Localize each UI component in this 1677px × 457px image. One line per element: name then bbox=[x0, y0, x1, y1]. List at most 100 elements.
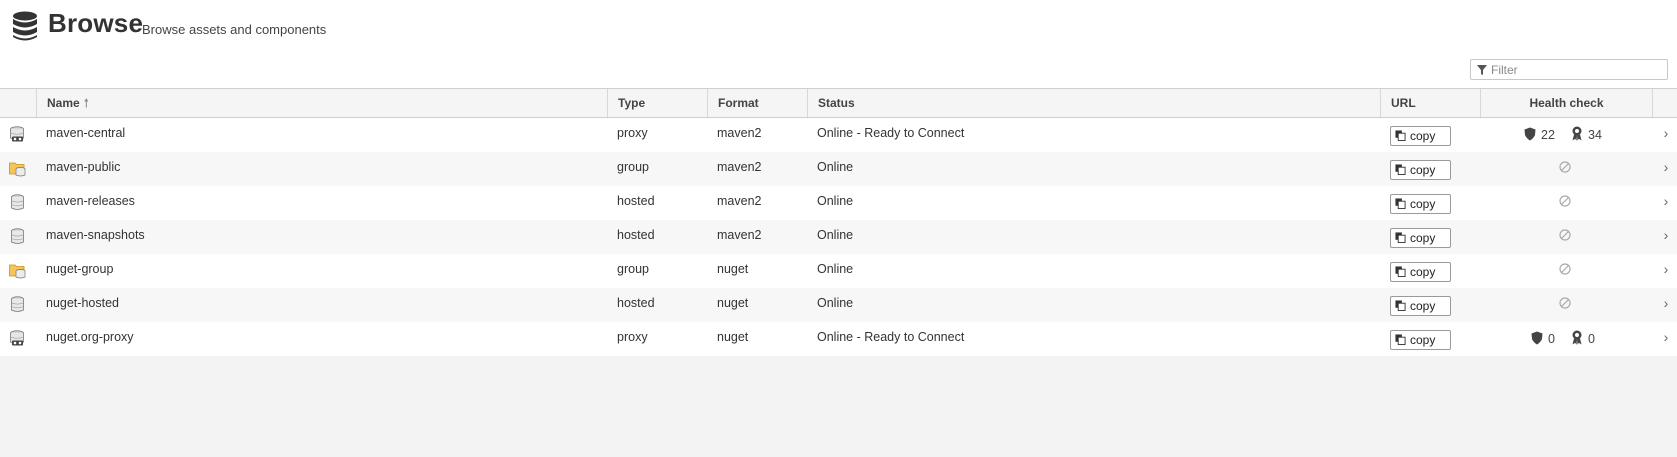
repository-name: maven-releases bbox=[46, 194, 135, 208]
table-row[interactable]: nuget.org-proxy proxy nuget Online - Ready … bbox=[0, 322, 1677, 356]
proxy-repository-icon bbox=[9, 330, 26, 347]
health-check-cell[interactable]: 00 bbox=[1480, 322, 1652, 356]
not-available-icon bbox=[1559, 195, 1571, 207]
grid-body: maven-central proxy maven2 Online - Ready t… bbox=[0, 118, 1677, 356]
repository-status: Online bbox=[817, 228, 854, 242]
repository-type: proxy bbox=[617, 126, 648, 140]
repository-name: nuget-group bbox=[46, 262, 114, 276]
not-available-icon bbox=[1559, 161, 1571, 173]
health-check-cell[interactable] bbox=[1480, 220, 1652, 254]
grid-header: Name 🠕 Type Format Status URL Health chec… bbox=[0, 88, 1677, 118]
chevron-right-icon[interactable]: › bbox=[1655, 322, 1677, 356]
repository-status: Online - Ready to Connect bbox=[817, 126, 965, 140]
copy-label: copy bbox=[1410, 299, 1436, 313]
repository-name: maven-central bbox=[46, 126, 126, 140]
repository-format: maven2 bbox=[717, 194, 762, 208]
repository-name: maven-snapshots bbox=[46, 228, 145, 242]
repository-status: Online bbox=[817, 296, 854, 310]
column-header-status[interactable]: Status bbox=[807, 89, 1380, 117]
copy-url-button[interactable]: copy bbox=[1390, 160, 1451, 180]
table-row[interactable]: nuget-group group nuget Online copy › bbox=[0, 254, 1677, 288]
copy-url-button[interactable]: copy bbox=[1390, 262, 1451, 282]
chevron-right-icon[interactable]: › bbox=[1655, 220, 1677, 254]
page-title: Browse bbox=[48, 8, 144, 38]
repository-type: group bbox=[617, 262, 649, 276]
repository-type: group bbox=[617, 160, 649, 174]
copy-url-button[interactable]: copy bbox=[1390, 194, 1451, 214]
table-row[interactable]: maven-snapshots hosted maven2 Online copy › bbox=[0, 220, 1677, 254]
health-check-cell[interactable] bbox=[1480, 152, 1652, 186]
copy-label: copy bbox=[1410, 197, 1436, 211]
copy-label: copy bbox=[1410, 265, 1436, 279]
copy-url-button[interactable]: copy bbox=[1390, 296, 1451, 316]
group-repository-icon bbox=[9, 160, 26, 177]
column-header-actions bbox=[1652, 89, 1677, 117]
browse-page: Browse Browse assets and components Name… bbox=[0, 0, 1677, 457]
table-row[interactable]: maven-central proxy maven2 Online - Ready t… bbox=[0, 118, 1677, 152]
repository-format: maven2 bbox=[717, 160, 762, 174]
copy-icon bbox=[1395, 334, 1406, 346]
table-row[interactable]: maven-public group maven2 Online copy › bbox=[0, 152, 1677, 186]
repository-name: nuget-hosted bbox=[46, 296, 119, 310]
group-repository-icon bbox=[9, 262, 26, 279]
repository-grid: Name 🠕 Type Format Status URL Health chec… bbox=[0, 88, 1677, 356]
copy-icon bbox=[1395, 266, 1406, 278]
chevron-right-icon[interactable]: › bbox=[1655, 152, 1677, 186]
copy-url-button[interactable]: copy bbox=[1390, 330, 1451, 350]
repository-status: Online bbox=[817, 262, 854, 276]
health-check-cell[interactable] bbox=[1480, 288, 1652, 322]
security-issue-count: 22 bbox=[1541, 128, 1555, 142]
sort-ascending-icon: 🠕 bbox=[83, 96, 89, 110]
security-shield-icon bbox=[1531, 331, 1543, 345]
hosted-repository-icon bbox=[9, 228, 26, 245]
table-row[interactable]: maven-releases hosted maven2 Online copy › bbox=[0, 186, 1677, 220]
hosted-repository-icon bbox=[9, 194, 26, 211]
not-available-icon bbox=[1559, 229, 1571, 241]
copy-url-button[interactable]: copy bbox=[1390, 228, 1451, 248]
copy-label: copy bbox=[1410, 163, 1436, 177]
security-issue-count: 0 bbox=[1548, 332, 1555, 346]
column-header-type[interactable]: Type bbox=[607, 89, 707, 117]
column-header-url[interactable]: URL bbox=[1380, 89, 1480, 117]
repository-status: Online - Ready to Connect bbox=[817, 330, 965, 344]
chevron-right-icon[interactable]: › bbox=[1655, 254, 1677, 288]
column-header-name-label: Name bbox=[47, 96, 80, 110]
not-available-icon bbox=[1559, 263, 1571, 275]
repository-format: nuget bbox=[717, 262, 749, 276]
health-check-cell[interactable]: 22 34 bbox=[1480, 118, 1652, 152]
repository-type: hosted bbox=[617, 296, 655, 310]
copy-icon bbox=[1395, 198, 1406, 210]
repository-format: nuget bbox=[717, 296, 749, 310]
repository-type: hosted bbox=[617, 228, 655, 242]
filter-field[interactable] bbox=[1470, 59, 1668, 80]
repository-type: proxy bbox=[617, 330, 648, 344]
security-shield-icon bbox=[1524, 127, 1536, 141]
database-icon bbox=[13, 11, 37, 41]
license-badge-icon bbox=[1571, 126, 1583, 141]
repository-name: maven-public bbox=[46, 160, 121, 174]
chevron-right-icon[interactable]: › bbox=[1655, 186, 1677, 220]
column-header-icon bbox=[0, 89, 36, 117]
health-check-cell[interactable] bbox=[1480, 254, 1652, 288]
column-header-name[interactable]: Name 🠕 bbox=[36, 89, 607, 117]
repository-status: Online bbox=[817, 194, 854, 208]
copy-label: copy bbox=[1410, 129, 1436, 143]
proxy-repository-icon bbox=[9, 126, 26, 143]
copy-icon bbox=[1395, 164, 1406, 176]
copy-icon bbox=[1395, 130, 1406, 142]
health-check-cell[interactable] bbox=[1480, 186, 1652, 220]
repository-format: maven2 bbox=[717, 228, 762, 242]
repository-format: nuget bbox=[717, 330, 749, 344]
repository-format: maven2 bbox=[717, 126, 762, 140]
column-header-format[interactable]: Format bbox=[707, 89, 807, 117]
chevron-right-icon[interactable]: › bbox=[1655, 288, 1677, 322]
copy-url-button[interactable]: copy bbox=[1390, 126, 1451, 146]
copy-label: copy bbox=[1410, 333, 1436, 347]
copy-icon bbox=[1395, 232, 1406, 244]
chevron-right-icon[interactable]: › bbox=[1655, 118, 1677, 152]
column-header-health-check[interactable]: Health check bbox=[1480, 89, 1652, 117]
filter-input[interactable] bbox=[1491, 61, 1661, 78]
hosted-repository-icon bbox=[9, 296, 26, 313]
repository-name: nuget.org-proxy bbox=[46, 330, 134, 344]
table-row[interactable]: nuget-hosted hosted nuget Online copy › bbox=[0, 288, 1677, 322]
